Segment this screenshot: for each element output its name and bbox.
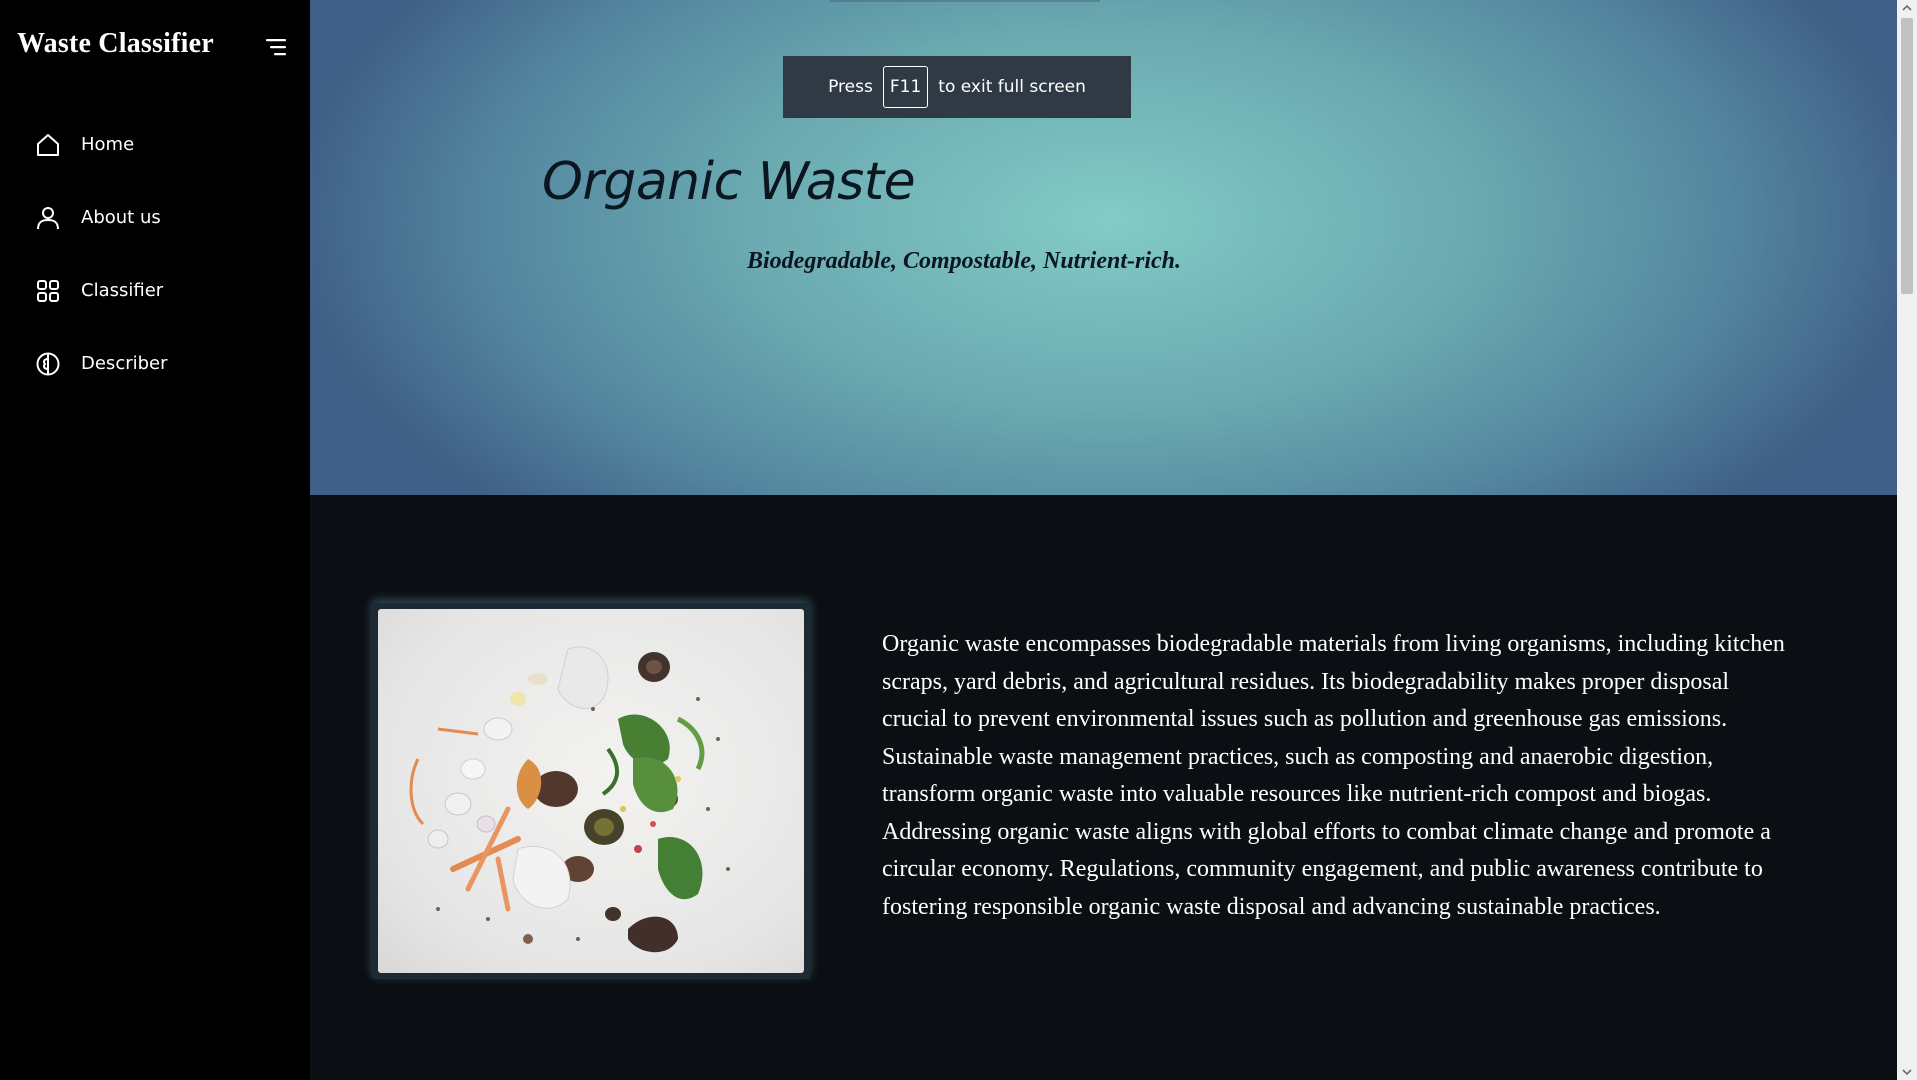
page-subtitle: Biodegradable, Compostable, Nutrient-ric… [747, 248, 1182, 274]
fullscreen-notice-suffix: to exit full screen [938, 77, 1086, 97]
scroll-down-arrow-icon[interactable] [1897, 1064, 1917, 1080]
home-icon [34, 131, 62, 159]
page-scrollbar[interactable] [1897, 0, 1917, 1080]
sidebar-item-describer[interactable]: Describer [0, 327, 310, 400]
sidebar-item-home[interactable]: Home [0, 108, 310, 181]
sidebar-item-label: Home [81, 134, 135, 155]
waste-image-frame [372, 603, 810, 979]
user-icon [34, 204, 62, 232]
sidebar-item-label: About us [81, 207, 161, 228]
grid-icon [34, 277, 62, 305]
description-paragraph: Organic waste encompasses biodegradable … [882, 631, 1785, 920]
page-title: Organic Waste [542, 152, 916, 212]
hero-banner: Press F11 to exit full screen Organic Wa… [310, 0, 1897, 495]
fullscreen-notice-prefix: Press [828, 77, 873, 97]
sidebar-item-label: Describer [81, 353, 168, 374]
brand-title: Waste Classifier [17, 28, 214, 59]
organic-waste-photo [378, 609, 804, 973]
sidebar-item-about-us[interactable]: About us [0, 181, 310, 254]
sidebar-nav: Home About us Classifier Describer [0, 108, 310, 400]
menu-lines-icon[interactable] [262, 36, 290, 58]
f11-key-badge: F11 [882, 66, 929, 108]
fullscreen-notice: Press F11 to exit full screen [783, 56, 1131, 118]
brain-icon [34, 350, 62, 378]
app-root: Waste Classifier Home About us Classifie… [0, 0, 1917, 1080]
sidebar: Waste Classifier Home About us Classifie… [0, 0, 310, 1080]
sidebar-item-classifier[interactable]: Classifier [0, 254, 310, 327]
divider [830, 0, 1100, 2]
scroll-up-arrow-icon[interactable] [1897, 0, 1917, 16]
sidebar-item-label: Classifier [81, 280, 164, 301]
scrollbar-thumb[interactable] [1901, 18, 1913, 294]
